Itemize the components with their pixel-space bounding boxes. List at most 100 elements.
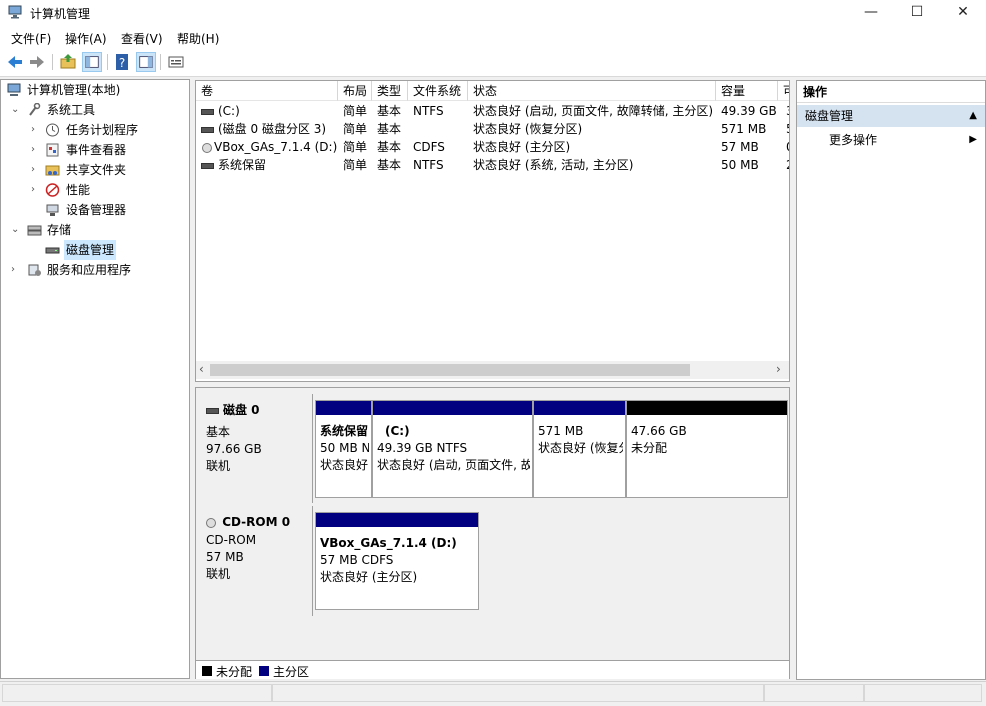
help-icon[interactable]: ? <box>112 52 132 72</box>
legend-unallocated-label: 未分配 <box>216 665 253 679</box>
minimize-button[interactable]: — <box>848 0 894 26</box>
close-button[interactable]: ✕ <box>940 0 986 26</box>
chevron-right-icon[interactable]: › <box>31 160 41 180</box>
up-folder-icon[interactable] <box>58 52 78 72</box>
partition-unallocated[interactable]: 47.66 GB 未分配 <box>626 400 788 498</box>
actions-pane: 操作 磁盘管理 ▲ 更多操作 ▶ <box>796 80 986 680</box>
partition-status: 状态良好 (主分区) <box>320 570 418 584</box>
tree-item-root[interactable]: 计算机管理(本地) <box>1 80 189 100</box>
shared-folder-icon <box>45 165 60 176</box>
scroll-left-icon[interactable]: ‹ <box>199 362 204 376</box>
tree-item-shared-folders[interactable]: › 共享文件夹 <box>1 160 189 180</box>
device-manager-icon <box>46 204 59 216</box>
tree-item-services[interactable]: › 服务和应用程序 <box>1 260 189 280</box>
volume-cell: VBox_GAs_7.1.4 (D:) <box>196 138 338 156</box>
tree-label-root: 计算机管理(本地) <box>27 83 121 97</box>
disk-management-icon <box>45 247 60 254</box>
tree-item-disk-management[interactable]: 磁盘管理 <box>1 240 189 260</box>
cd-drive-icon <box>202 142 212 153</box>
cdrom-0-label[interactable]: CD-ROM 0 CD-ROM 57 MB 联机 <box>196 506 313 616</box>
column-header-volume[interactable]: 卷 <box>196 81 338 101</box>
filesystem-cell: CDFS <box>413 140 445 154</box>
tree-label-task-scheduler: 任务计划程序 <box>66 123 139 137</box>
horizontal-scrollbar[interactable]: ‹ › <box>196 361 789 379</box>
chevron-right-icon[interactable]: › <box>11 260 21 280</box>
disk-type: 基本 <box>206 425 231 439</box>
volume-name: (磁盘 0 磁盘分区 3) <box>218 122 327 136</box>
column-header-capacity[interactable]: 容量 <box>716 81 778 101</box>
chevron-down-icon[interactable]: ⌄ <box>11 220 21 240</box>
partition-c[interactable]: (C:) 49.39 GB NTFS 状态良好 (启动, 页面文件, 故障转储,… <box>372 400 533 498</box>
chevron-right-icon[interactable]: › <box>31 120 41 140</box>
menu-action[interactable]: 操作(A) <box>65 30 107 47</box>
more-actions-item[interactable]: 更多操作 ▶ <box>797 129 985 151</box>
actions-section-disk-management[interactable]: 磁盘管理 ▲ <box>797 105 985 127</box>
status-cell: 状态良好 (系统, 活动, 主分区) <box>473 158 634 172</box>
chevron-down-icon[interactable]: ⌄ <box>11 100 21 120</box>
type-cell: 基本 <box>377 158 402 172</box>
free-cell: 0 <box>778 138 789 156</box>
collapse-icon[interactable]: ▲ <box>969 105 977 127</box>
partition-status: 状态良好 (恢复分区) <box>538 441 623 455</box>
tree-item-system-tools[interactable]: ⌄ 系统工具 <box>1 100 189 120</box>
partition-bar <box>316 401 371 415</box>
column-header-layout[interactable]: 布局 <box>338 81 372 101</box>
disk-size: 57 MB <box>206 550 244 564</box>
tree-item-storage[interactable]: ⌄ 存储 <box>1 220 189 240</box>
partition-size: 571 MB <box>538 424 584 438</box>
cdrom-0-title: CD-ROM 0 <box>206 514 290 531</box>
menu-file[interactable]: 文件(F) <box>11 30 51 47</box>
tree-item-task-scheduler[interactable]: › 任务计划程序 <box>1 120 189 140</box>
layout-cell: 简单 <box>343 104 368 118</box>
column-header-status[interactable]: 状态 <box>468 81 716 101</box>
partition-title: 系统保留 <box>320 424 369 438</box>
type-cell: 基本 <box>377 140 402 154</box>
disk-0-title: 磁盘 0 <box>206 402 260 419</box>
partition-recovery[interactable]: 571 MB 状态良好 (恢复分区) <box>533 400 626 498</box>
partition-size: 57 MB CDFS <box>320 553 394 567</box>
column-header-free[interactable]: 可 <box>778 81 789 101</box>
menu-help[interactable]: 帮助(H) <box>177 30 219 47</box>
navigation-tree: 计算机管理(本地) ⌄ 系统工具 › 任务计划程序 › 事件查看器 › 共享文件… <box>0 79 190 679</box>
tree-item-performance[interactable]: › 性能 <box>1 180 189 200</box>
scrollbar-thumb[interactable] <box>210 364 690 376</box>
tree-item-event-viewer[interactable]: › 事件查看器 <box>1 140 189 160</box>
tree-label-shared-folders: 共享文件夹 <box>66 163 127 177</box>
capacity-cell: 49.39 GB <box>721 104 777 118</box>
computer-management-icon <box>8 5 22 19</box>
console-icon[interactable] <box>166 52 186 72</box>
back-icon[interactable] <box>5 52 25 72</box>
tree-label-system-tools: 系统工具 <box>47 103 96 117</box>
submenu-arrow-icon: ▶ <box>969 134 977 145</box>
menu-view[interactable]: 查看(V) <box>121 30 163 47</box>
partition-bar <box>627 401 787 415</box>
drive-icon <box>201 108 214 115</box>
partition-size: 47.66 GB <box>631 424 687 438</box>
type-cell: 基本 <box>377 122 402 136</box>
chevron-right-icon[interactable]: › <box>31 140 41 160</box>
column-header-type[interactable]: 类型 <box>372 81 408 101</box>
maximize-button[interactable]: ☐ <box>894 0 940 26</box>
tree-item-device-manager[interactable]: 设备管理器 <box>1 200 189 220</box>
legend-primary-swatch <box>259 666 269 676</box>
partition-d[interactable]: VBox_GAs_7.1.4 (D:) 57 MB CDFS 状态良好 (主分区… <box>315 512 479 610</box>
disk-type: CD-ROM <box>206 533 257 547</box>
scroll-right-icon[interactable]: › <box>776 362 781 376</box>
partition-info: VBox_GAs_7.1.4 (D:) 57 MB CDFS 状态良好 (主分区… <box>320 535 476 607</box>
partition-system-reserved[interactable]: 系统保留 50 MB NTFS 状态良好 (系统, 活动, 主分区) <box>315 400 372 498</box>
layout-cell: 简单 <box>343 140 368 154</box>
column-header-filesystem[interactable]: 文件系统 <box>408 81 468 101</box>
disk-graphical-view: 磁盘 0 基本 97.66 GB 联机 系统保留 50 MB NTFS 状态良好… <box>195 387 790 679</box>
layout-cell: 简单 <box>343 122 368 136</box>
forward-icon[interactable] <box>27 52 47 72</box>
volume-name: VBox_GAs_7.1.4 (D:) <box>214 140 338 154</box>
event-viewer-icon <box>46 143 59 157</box>
chevron-right-icon[interactable]: › <box>31 180 41 200</box>
properties-icon[interactable] <box>136 52 156 72</box>
volume-name: (C:) <box>218 104 240 118</box>
drive-icon <box>201 126 214 133</box>
tree-label-storage: 存储 <box>47 223 72 237</box>
partition-status: 状态良好 (系统, 活动, 主分区) <box>320 458 369 472</box>
show-tree-icon[interactable] <box>82 52 102 72</box>
disk-0-label[interactable]: 磁盘 0 基本 97.66 GB 联机 <box>196 394 313 503</box>
